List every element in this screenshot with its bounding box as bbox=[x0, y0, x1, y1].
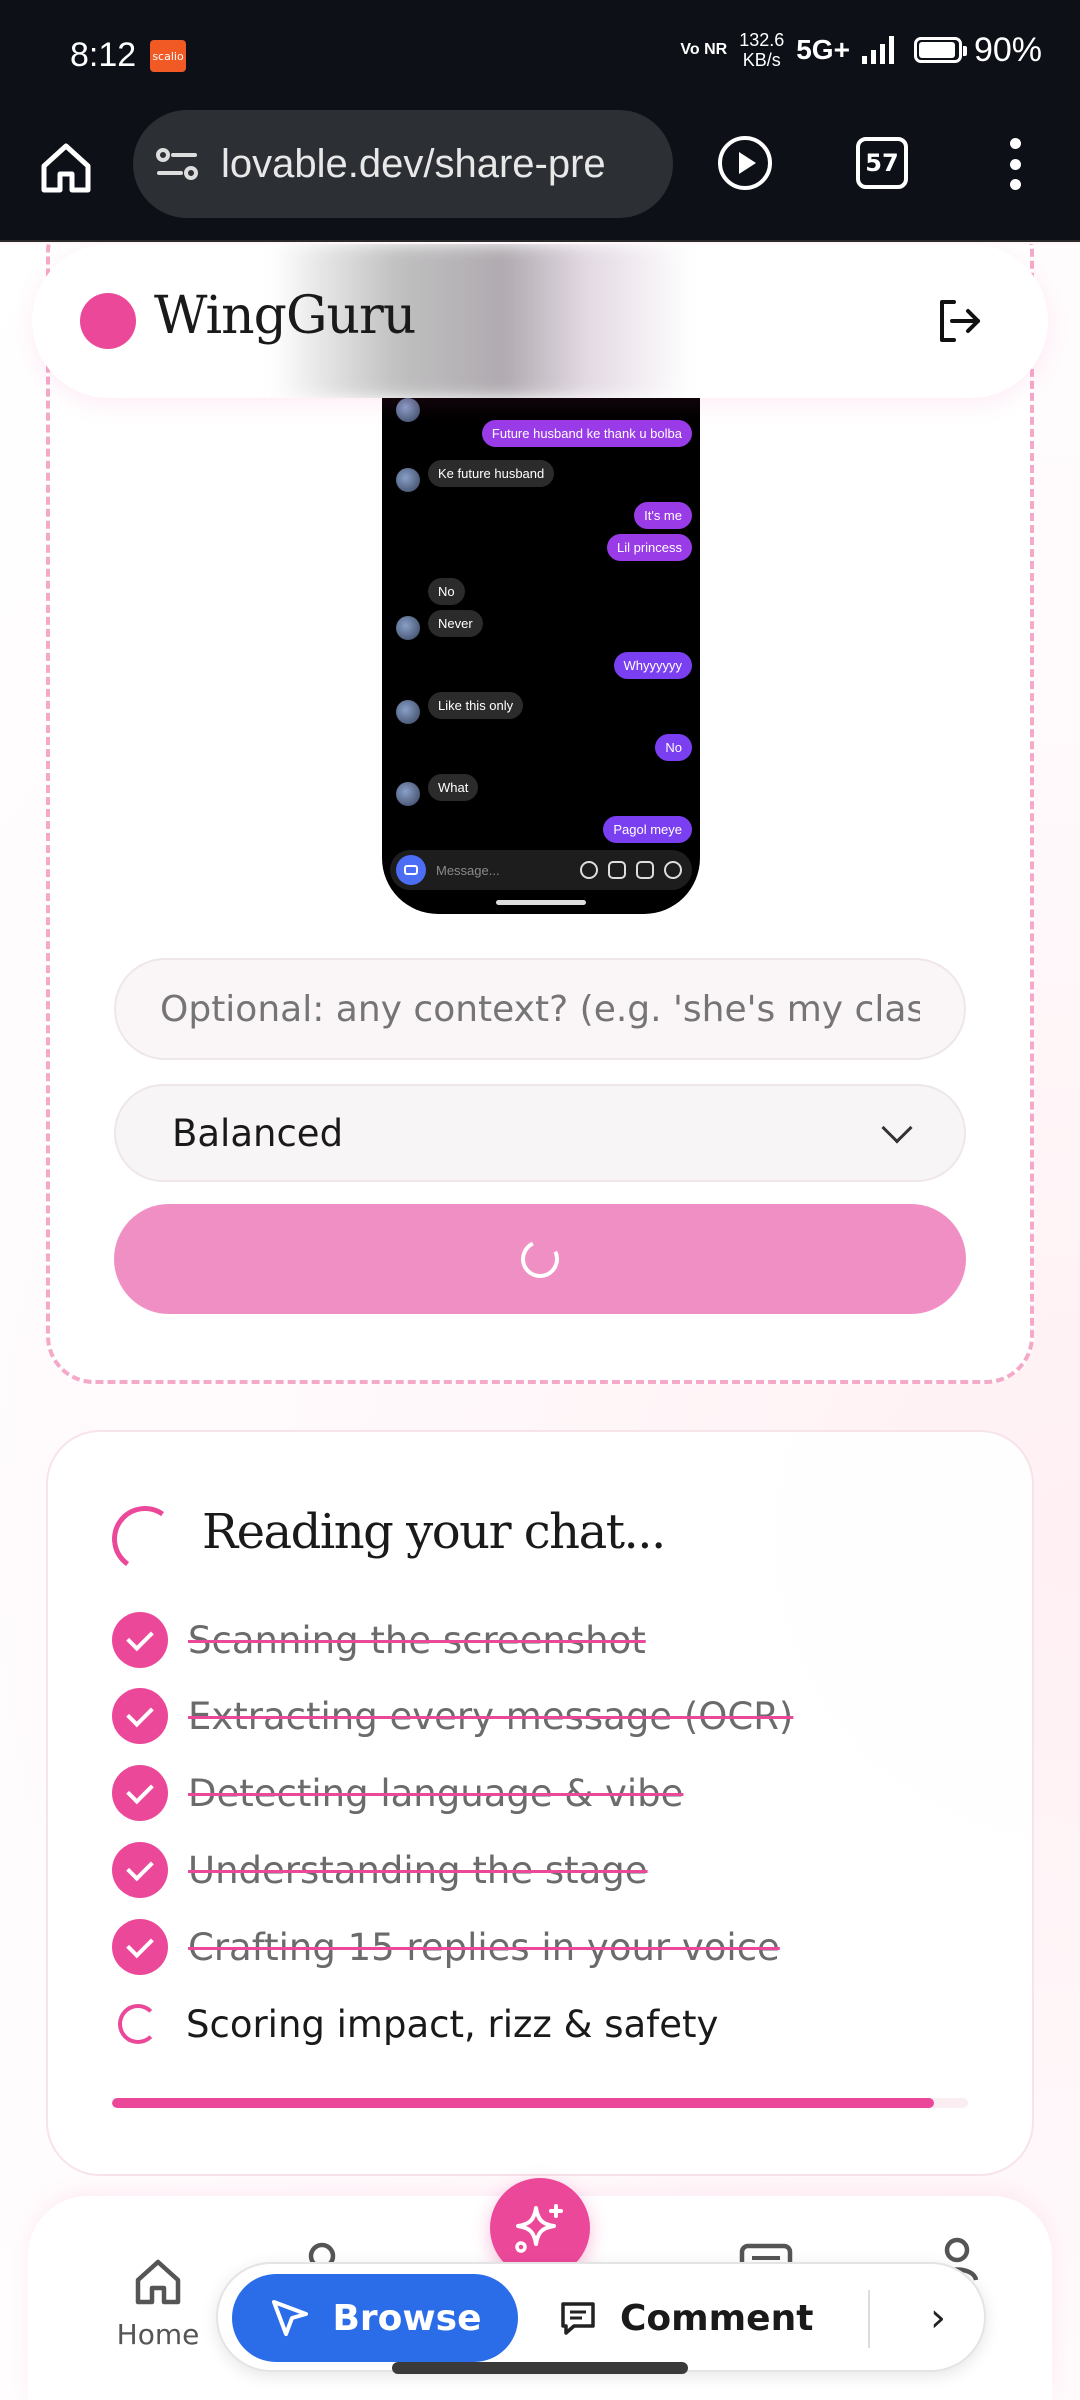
progress-step: Extracting every message (OCR) bbox=[112, 1686, 992, 1746]
progress-step: Understanding the stage bbox=[112, 1840, 992, 1900]
play-icon[interactable] bbox=[716, 134, 774, 192]
toolbar-divider bbox=[868, 2290, 870, 2348]
progress-title: Reading your chat... bbox=[202, 1504, 666, 1560]
home-indicator bbox=[496, 900, 586, 905]
chat-bubble: Never bbox=[428, 610, 483, 637]
loading-spinner-icon bbox=[515, 1234, 565, 1284]
progress-bar-fill bbox=[112, 2098, 934, 2108]
progress-step: Scanning the screenshot bbox=[112, 1610, 992, 1670]
tone-select[interactable]: Balanced bbox=[114, 1084, 966, 1182]
contact-avatar bbox=[396, 782, 420, 806]
contact-avatar bbox=[396, 468, 420, 492]
network-speed: 132.6 KB/s bbox=[739, 30, 785, 70]
chat-bubble: Pagol meye bbox=[603, 816, 692, 843]
browser-toolbar: lovable.dev/share-pre 57 bbox=[0, 108, 1080, 242]
chat-bubble: What bbox=[428, 774, 479, 801]
image-icon bbox=[608, 861, 626, 879]
progress-bar bbox=[112, 2098, 968, 2108]
tone-selected-value: Balanced bbox=[172, 1111, 344, 1155]
clock: 8:12 bbox=[70, 36, 137, 74]
home-icon[interactable] bbox=[36, 138, 96, 198]
battery-percent: 90% bbox=[973, 30, 1042, 69]
browse-label: Browse bbox=[332, 2297, 482, 2339]
tab-switcher-button[interactable]: 57 bbox=[856, 137, 908, 189]
mic-icon bbox=[580, 861, 598, 879]
annotation-toolbar: Browse Comment › bbox=[216, 2262, 986, 2372]
comment-label: Comment bbox=[620, 2297, 814, 2339]
url-text: lovable.dev/share-pre bbox=[221, 141, 606, 186]
chat-bubble: Whyyyyyy bbox=[613, 652, 692, 679]
chat-bubble: No bbox=[428, 578, 465, 605]
cursor-icon bbox=[272, 2300, 309, 2336]
loading-spinner-icon bbox=[106, 1500, 184, 1578]
progress-step-active: Scoring impact, rizz & safety bbox=[112, 1994, 992, 2054]
step-label: Understanding the stage bbox=[188, 1848, 648, 1892]
comment-icon bbox=[561, 2302, 595, 2335]
network-type: 5G+ bbox=[796, 34, 850, 65]
loading-spinner-icon bbox=[118, 2004, 158, 2044]
sparkle-icon bbox=[515, 2204, 563, 2253]
battery-icon bbox=[913, 37, 967, 63]
progress-step: Crafting 15 replies in your voice bbox=[112, 1917, 992, 1977]
step-label: Scanning the screenshot bbox=[188, 1618, 646, 1662]
site-settings-icon[interactable] bbox=[155, 146, 199, 182]
context-input[interactable] bbox=[114, 958, 966, 1060]
check-icon bbox=[112, 1688, 168, 1744]
chat-bubble: Ke future husband bbox=[428, 460, 555, 487]
brand-name: WingGuru bbox=[154, 286, 416, 346]
plus-icon bbox=[664, 861, 682, 879]
analysis-progress-card: Reading your chat... Scanning the screen… bbox=[46, 1430, 1034, 2176]
chat-screenshot-preview: Future husband ke thank u bolba Ke futur… bbox=[382, 398, 700, 914]
system-status-bar: 8:12 scalio Vo NR 132.6 KB/s 5G+ 90% bbox=[0, 0, 1080, 108]
brand-logo bbox=[80, 293, 136, 349]
contact-avatar bbox=[396, 398, 420, 422]
progress-step: Detecting language & vibe bbox=[112, 1763, 992, 1823]
chat-bubble: No bbox=[655, 734, 692, 761]
nav-home-label: Home bbox=[116, 2318, 200, 2351]
more-menu-icon[interactable] bbox=[1000, 134, 1030, 194]
check-icon bbox=[112, 1765, 168, 1821]
comment-button[interactable]: Comment bbox=[558, 2274, 813, 2362]
chat-bubble: Future husband ke thank u bolba bbox=[481, 420, 692, 447]
page-content: Future husband ke thank u bolba Ke futur… bbox=[0, 244, 1080, 2400]
chat-bubble: Lil princess bbox=[606, 534, 692, 561]
check-icon bbox=[112, 1842, 168, 1898]
check-icon bbox=[112, 1919, 168, 1975]
check-icon bbox=[112, 1612, 168, 1668]
step-label: Detecting language & vibe bbox=[188, 1771, 684, 1815]
volte-indicator: Vo NR bbox=[680, 41, 728, 58]
step-label: Crafting 15 replies in your voice bbox=[188, 1925, 780, 1969]
step-label: Extracting every message (OCR) bbox=[188, 1694, 794, 1738]
logout-icon[interactable] bbox=[932, 294, 986, 348]
message-composer: Message... bbox=[390, 850, 692, 890]
contact-avatar bbox=[396, 700, 420, 724]
browse-button[interactable]: Browse bbox=[232, 2274, 518, 2362]
chevron-right-icon[interactable]: › bbox=[908, 2286, 968, 2350]
signal-icon bbox=[861, 36, 894, 64]
home-icon bbox=[135, 2259, 181, 2305]
nav-home[interactable]: Home bbox=[88, 2254, 228, 2351]
address-bar[interactable]: lovable.dev/share-pre bbox=[133, 110, 673, 218]
chat-bubble: It's me bbox=[634, 502, 692, 529]
chat-bubble: Like this only bbox=[428, 692, 524, 719]
notification-app-icon: scalio bbox=[150, 40, 186, 72]
camera-icon bbox=[396, 855, 426, 885]
composer-placeholder: Message... bbox=[436, 862, 500, 878]
chevron-down-icon bbox=[881, 1112, 913, 1144]
sticker-icon bbox=[636, 861, 654, 879]
step-label: Scoring impact, rizz & safety bbox=[186, 2002, 719, 2046]
contact-avatar bbox=[396, 616, 420, 640]
app-header: WingGuru bbox=[32, 244, 1048, 398]
system-gesture-bar bbox=[392, 2362, 688, 2374]
generate-replies-button[interactable] bbox=[114, 1204, 966, 1314]
